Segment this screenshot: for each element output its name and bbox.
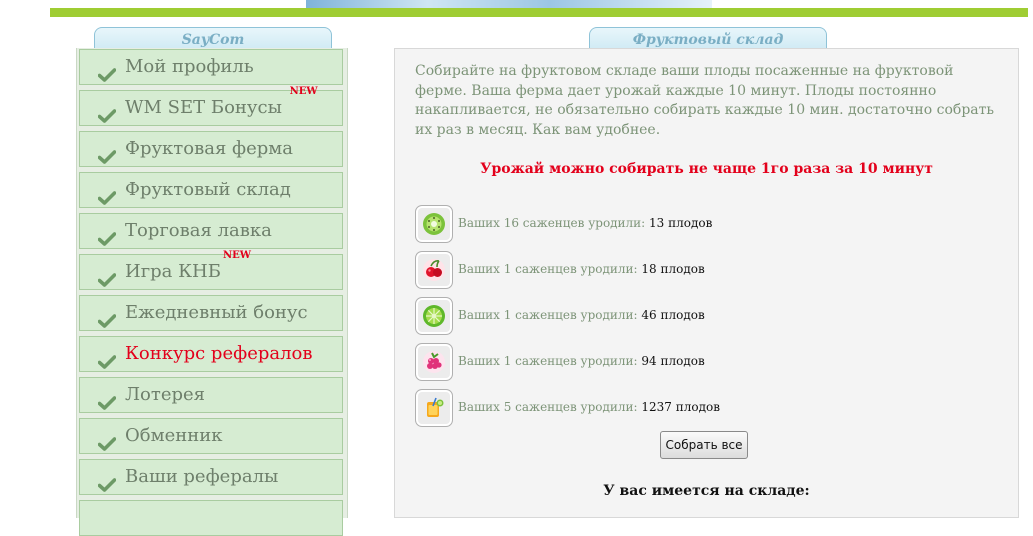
check-icon: [97, 265, 117, 287]
fruit-row: Ваших 1 саженцев уродили: 18 плодов: [415, 251, 975, 289]
cherry-icon: [415, 251, 453, 289]
sidebar-item-label: Фруктовый склад: [125, 179, 291, 200]
intro-text: Собирайте на фруктовом складе ваши плоды…: [415, 63, 994, 138]
sidebar-item-label: Игра КНБNEW: [125, 250, 251, 282]
sidebar-item-label: WM SET Бонусы NEW: [125, 86, 318, 118]
header-accent-bar: [50, 8, 1028, 17]
check-icon: [97, 388, 117, 410]
sidebar-item-profile[interactable]: Мой профиль: [79, 49, 343, 85]
fruit-count: 1237 плодов: [641, 400, 720, 414]
fruit-row: Ваших 1 саженцев уродили: 94 плодов: [415, 343, 975, 381]
collect-all-button[interactable]: Собрать все: [660, 431, 748, 459]
sidebar-item-daily-bonus[interactable]: Ежедневный бонус: [79, 295, 343, 331]
juice-icon: [415, 389, 453, 427]
sidebar-item-label: Ежедневный бонус: [125, 302, 308, 323]
sidebar-item-trade-shop[interactable]: Торговая лавка: [79, 213, 343, 249]
sidebar-item-label: Обменник: [125, 425, 223, 446]
check-icon: [97, 429, 117, 451]
fruit-yield-text: Ваших 1 саженцев уродили: 46 плодов: [458, 308, 705, 322]
fruit-count: 94 плодов: [641, 354, 705, 368]
sidebar-item-label: Мой профиль: [125, 56, 254, 77]
page-title-tab: Фруктовый склад: [589, 27, 827, 50]
sidebar-item-wm-set-bonus[interactable]: WM SET Бонусы NEW: [79, 86, 343, 126]
check-icon: [97, 101, 117, 123]
check-icon: [97, 183, 117, 205]
kiwi-icon: [415, 205, 453, 243]
lime-icon: [415, 297, 453, 335]
fruit-yield-text: Ваших 16 саженцев уродили: 13 плодов: [458, 216, 713, 230]
fruit-count: 18 плодов: [641, 262, 705, 276]
header-banner-image: [306, 0, 712, 8]
check-icon: [97, 347, 117, 369]
fruit-row: Ваших 16 саженцев уродили: 13 плодов: [415, 205, 975, 243]
sidebar-item-fruit-storage[interactable]: Фруктовый склад: [79, 172, 343, 208]
sidebar-item-referrals[interactable]: Ваши рефералы: [79, 459, 343, 495]
check-icon: [97, 470, 117, 492]
harvest-warning: Урожай можно собирать не чаще 1го раза з…: [480, 161, 933, 177]
sidebar-item-lottery[interactable]: Лотерея: [79, 377, 343, 413]
stock-heading: У вас имеется на складе:: [603, 483, 810, 499]
fruit-row: Ваших 5 саженцев уродили: 1237 плодов: [415, 389, 975, 427]
fruit-yield-text: Ваших 1 саженцев уродили: 94 плодов: [458, 354, 705, 368]
sidebar-item-label: Конкурс рефералов: [125, 343, 313, 364]
sidebar-item-label: Ваши рефералы: [125, 466, 279, 487]
sidebar-item-next[interactable]: [79, 500, 343, 536]
check-icon: [97, 60, 117, 82]
check-icon: [97, 142, 117, 164]
sidebar-item-knb-game[interactable]: Игра КНБNEW: [79, 250, 343, 290]
sidebar-item-label: Лотерея: [125, 384, 205, 405]
check-icon: [97, 306, 117, 328]
new-badge: NEW: [289, 86, 318, 97]
fruit-row: Ваших 1 саженцев уродили: 46 плодов: [415, 297, 975, 335]
fruit-count: 46 плодов: [641, 308, 705, 322]
sidebar-item-label: Фруктовая ферма: [125, 138, 294, 159]
sidebar-item-exchanger[interactable]: Обменник: [79, 418, 343, 454]
sidebar-item-label: Торговая лавка: [125, 220, 272, 241]
new-badge: NEW: [222, 250, 251, 261]
sidebar-tab-title: SayCom: [94, 27, 332, 50]
fruit-yield-text: Ваших 1 саженцев уродили: 18 плодов: [458, 262, 705, 276]
sidebar-item-referral-contest[interactable]: Конкурс рефералов: [79, 336, 343, 372]
fruit-yield-text: Ваших 5 саженцев уродили: 1237 плодов: [458, 400, 720, 414]
raspberry-icon: [415, 343, 453, 381]
sidebar-item-fruit-farm[interactable]: Фруктовая ферма: [79, 131, 343, 167]
check-icon: [97, 224, 117, 246]
fruit-count: 13 плодов: [649, 216, 713, 230]
